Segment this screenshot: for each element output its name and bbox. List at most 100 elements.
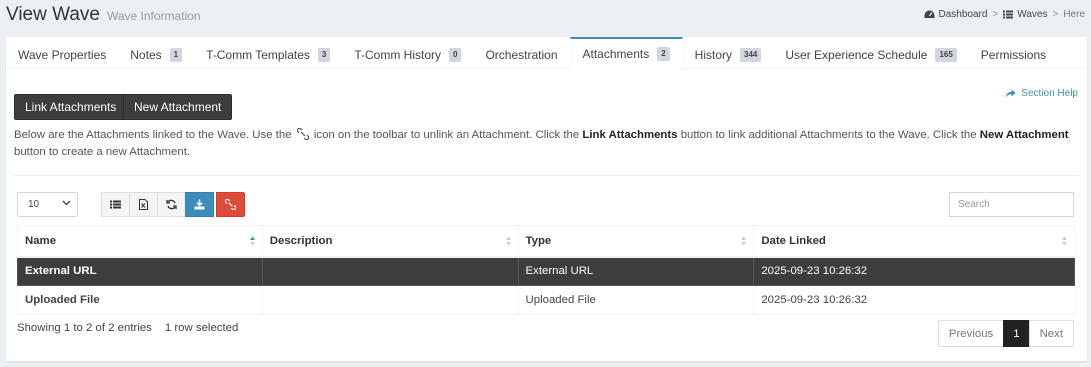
breadcrumb: Dashboard > Waves > Here	[924, 9, 1085, 20]
content-box: Wave Properties Notes 1 T-Comm Templates 3 T-…	[6, 37, 1087, 361]
sort-icon	[1062, 236, 1067, 246]
download-button[interactable]	[185, 192, 214, 217]
tab-label: History	[694, 47, 732, 62]
cell-type: External URL	[517, 256, 755, 286]
tab-attachments[interactable]: Attachments 2	[569, 37, 683, 69]
tab-count-badge: 0	[449, 47, 462, 62]
tab-label: Orchestration	[485, 47, 558, 62]
sort-icon	[741, 236, 747, 246]
tab-label: T-Comm Templates	[206, 47, 310, 62]
tab-count-badge: 1	[169, 47, 183, 62]
tab-permissions[interactable]: Permissions	[969, 37, 1058, 69]
cell-description	[261, 256, 519, 286]
unlink-icon	[225, 199, 236, 210]
table-body: External URL External URL 2025-09-23 10:26…	[17, 256, 1075, 315]
cell-name: Uploaded File	[17, 285, 263, 315]
next-page-button[interactable]: Next	[1028, 320, 1074, 347]
attachments-description: Below are the Attachments linked to the …	[14, 127, 1079, 161]
refresh-button[interactable]	[157, 192, 186, 217]
breadcrumb-separator: >	[1052, 9, 1059, 20]
breadcrumb-separator: >	[992, 9, 999, 20]
breadcrumb-dashboard-label: Dashboard	[938, 9, 988, 20]
excel-icon	[139, 199, 148, 210]
column-header-name[interactable]: Name	[17, 225, 263, 258]
search-input[interactable]	[949, 192, 1074, 217]
export-excel-button[interactable]	[129, 192, 158, 217]
column-header-label: Name	[25, 234, 57, 247]
page-subtitle: Wave Information	[106, 9, 201, 23]
tab-label: T-Comm History	[354, 47, 442, 62]
new-attachment-button[interactable]: New Attachment	[123, 94, 233, 120]
table-info: Showing 1 to 2 of 2 entries 1 row selecte…	[17, 322, 238, 334]
divider	[14, 175, 1079, 176]
sort-ascending-icon	[249, 236, 255, 246]
entries-info: Showing 1 to 2 of 2 entries	[17, 322, 152, 334]
cell-date-linked: 2025-09-23 10:26:32	[753, 256, 1075, 286]
tab-t-comm-templates[interactable]: T-Comm Templates 3	[194, 37, 342, 69]
tab-label: Attachments	[582, 47, 650, 61]
list-view-button[interactable]	[101, 192, 130, 217]
table-row[interactable]: Uploaded File Uploaded File 2025-09-23 10:…	[17, 285, 1075, 315]
column-header-type[interactable]: Type	[517, 225, 755, 258]
tab-label: Notes	[130, 47, 162, 62]
tab-user-experience-schedule[interactable]: User Experience Schedule 165	[773, 37, 968, 69]
cell-type: Uploaded File	[517, 285, 755, 315]
attachments-table: Name Description Type Date Linked External …	[17, 225, 1075, 315]
selection-info: 1 row selected	[164, 322, 239, 334]
cell-name: External URL	[17, 256, 263, 286]
tab-label: Wave Properties	[18, 47, 107, 62]
list-icon	[1003, 10, 1014, 19]
tab-wave-properties[interactable]: Wave Properties	[6, 37, 118, 69]
dashboard-icon	[924, 10, 934, 18]
tab-history[interactable]: History 344	[683, 37, 774, 69]
tab-bar: Wave Properties Notes 1 T-Comm Templates 3 T-…	[6, 37, 1087, 69]
breadcrumb-waves-label: Waves	[1017, 9, 1048, 20]
download-icon	[194, 199, 205, 210]
tab-notes[interactable]: Notes 1	[118, 37, 194, 69]
column-header-label: Date Linked	[761, 234, 826, 247]
page-header: View Wave Wave Information	[6, 4, 201, 26]
page-length-value: 10	[28, 199, 40, 210]
tab-orchestration[interactable]: Orchestration	[473, 37, 569, 69]
tab-count-badge: 344	[740, 47, 762, 62]
breadcrumb-dashboard[interactable]: Dashboard	[924, 9, 988, 20]
description-text: button to create a new Attachment.	[14, 146, 191, 158]
section-help-label: Section Help	[1021, 88, 1078, 99]
unlink-button[interactable]	[216, 192, 245, 217]
table-toolbar	[101, 192, 245, 217]
tab-t-comm-history[interactable]: T-Comm History 0	[342, 37, 473, 69]
tab-label: User Experience Schedule	[785, 47, 928, 62]
cell-description	[261, 285, 519, 315]
sort-icon	[505, 236, 511, 246]
page-1-button[interactable]: 1	[1003, 320, 1030, 347]
column-header-label: Type	[525, 234, 552, 247]
table-row[interactable]: External URL External URL 2025-09-23 10:26…	[17, 256, 1075, 286]
page-length-select[interactable]: 10	[17, 192, 78, 217]
pagination: Previous 1 Next	[937, 320, 1074, 347]
column-header-description[interactable]: Description	[261, 225, 519, 258]
refresh-icon	[166, 199, 177, 210]
tab-label: Permissions	[980, 47, 1047, 62]
link-attachments-button[interactable]: Link Attachments	[14, 94, 128, 120]
chevron-down-icon	[62, 200, 71, 206]
section-help-link[interactable]: Section Help	[1005, 88, 1078, 99]
description-new-attachment: New Attachment	[979, 129, 1069, 141]
breadcrumb-here: Here	[1063, 9, 1085, 20]
share-icon	[1005, 89, 1016, 98]
previous-page-button[interactable]: Previous	[937, 320, 1005, 347]
breadcrumb-waves[interactable]: Waves	[1003, 9, 1047, 20]
description-text: icon on the toolbar to unlink an Attachm…	[313, 129, 580, 141]
cell-date-linked: 2025-09-23 10:26:32	[753, 285, 1075, 315]
description-link-attachments: Link Attachments	[582, 129, 678, 141]
column-header-label: Description	[269, 234, 333, 247]
column-header-date-linked[interactable]: Date Linked	[753, 225, 1075, 258]
tab-count-badge: 165	[935, 47, 957, 62]
table-header-row: Name Description Type Date Linked	[17, 225, 1075, 258]
tab-count-badge: 3	[317, 47, 331, 62]
description-text: button to link additional Attachments to…	[680, 129, 977, 141]
page-title: View Wave	[6, 4, 100, 25]
tab-count-badge: 2	[657, 47, 670, 61]
description-text: Below are the Attachments linked to the …	[14, 129, 292, 141]
list-icon	[110, 200, 121, 209]
unlink-icon	[296, 128, 309, 140]
